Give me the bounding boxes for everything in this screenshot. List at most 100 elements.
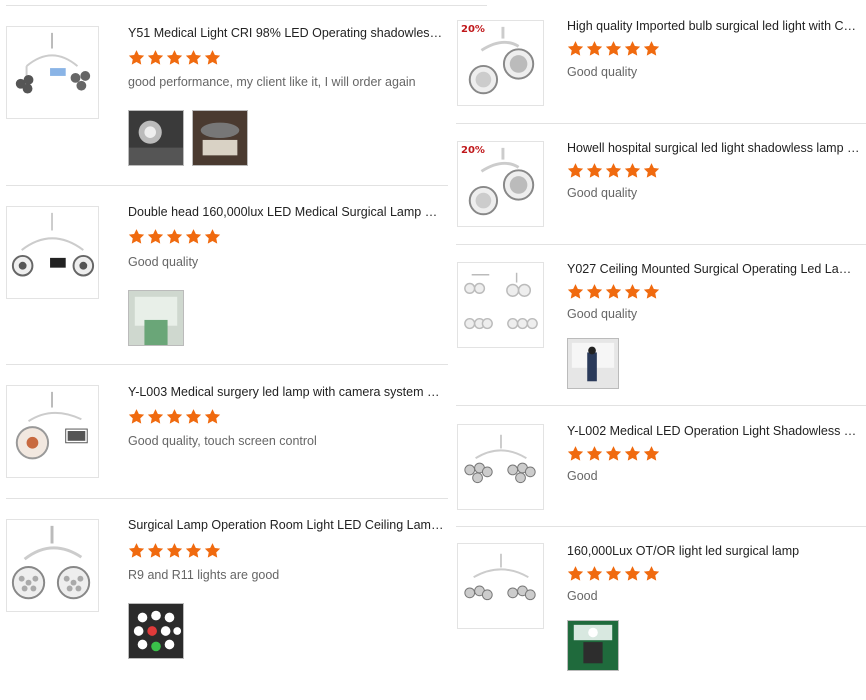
star-icon [185, 50, 202, 65]
review-card: Y51 Medical Light CRI 98% LED Operating … [6, 0, 448, 186]
star-icon [605, 284, 622, 299]
star-icon [605, 446, 622, 461]
star-icon [586, 284, 603, 299]
star-icon [605, 566, 622, 581]
star-icon [643, 284, 660, 299]
review-comment: Good quality, touch screen control [128, 434, 317, 448]
review-card: Surgical Lamp Operation Room Light LED C… [6, 499, 448, 679]
star-icon [147, 229, 164, 244]
product-title[interactable]: Double head 160,000lux LED Medical Surgi… [128, 204, 446, 220]
star-icon [605, 41, 622, 56]
star-icon [147, 543, 164, 558]
product-thumbnail[interactable] [6, 385, 99, 478]
review-photos [567, 620, 619, 671]
review-divider [456, 405, 866, 406]
product-thumbnail[interactable] [6, 26, 99, 119]
product-title[interactable]: Surgical Lamp Operation Room Light LED C… [128, 517, 446, 533]
rating-stars [567, 565, 660, 583]
review-comment: Good quality [567, 186, 638, 200]
star-icon [166, 50, 183, 65]
discount-badge: 20% [461, 145, 485, 156]
star-icon [567, 284, 584, 299]
review-comment: R9 and R11 lights are good [128, 568, 280, 582]
rating-stars [128, 228, 221, 246]
product-title[interactable]: 160,000Lux OT/OR light led surgical lamp [567, 543, 861, 559]
star-icon [624, 446, 641, 461]
review-comment: Good quality [567, 307, 638, 321]
review-photo[interactable] [192, 110, 248, 166]
product-title[interactable]: Howell hospital surgical led light shado… [567, 140, 861, 156]
review-photo[interactable] [128, 110, 184, 166]
review-photos [567, 338, 619, 389]
rating-stars [567, 40, 660, 58]
review-card: Y027 Ceiling Mounted Surgical Operating … [456, 245, 866, 407]
star-icon [128, 50, 145, 65]
star-icon [567, 446, 584, 461]
product-title[interactable]: Y-L003 Medical surgery led lamp with cam… [128, 384, 446, 400]
star-icon [643, 41, 660, 56]
discount-badge: 20% [461, 24, 485, 35]
review-card: Y-L003 Medical surgery led lamp with cam… [6, 364, 448, 499]
product-thumbnail[interactable] [457, 424, 544, 510]
rating-stars [567, 283, 660, 301]
product-thumbnail[interactable]: 20% [457, 20, 544, 106]
star-icon [204, 409, 221, 424]
star-icon [624, 566, 641, 581]
star-icon [185, 229, 202, 244]
star-icon [204, 50, 221, 65]
review-comment: Good quality [567, 65, 638, 79]
rating-stars [128, 49, 221, 67]
rating-stars [128, 408, 221, 426]
star-icon [567, 41, 584, 56]
star-icon [147, 50, 164, 65]
star-icon [586, 41, 603, 56]
rating-stars [128, 542, 221, 560]
product-thumbnail[interactable] [457, 543, 544, 629]
star-icon [567, 566, 584, 581]
star-icon [624, 41, 641, 56]
rating-stars [567, 162, 660, 180]
star-icon [185, 409, 202, 424]
product-thumbnail[interactable] [457, 262, 544, 348]
star-icon [204, 543, 221, 558]
review-photo[interactable] [567, 338, 619, 389]
review-comment: Good [567, 469, 598, 483]
review-photo[interactable] [128, 290, 184, 346]
product-thumbnail[interactable] [6, 519, 99, 612]
review-comment: Good quality [128, 255, 199, 269]
star-icon [128, 229, 145, 244]
review-card: Y-L002 Medical LED Operation Light Shado… [456, 407, 866, 527]
star-icon [643, 446, 660, 461]
star-icon [586, 446, 603, 461]
star-icon [128, 409, 145, 424]
review-card: 20% Howell hospital surgical led light s… [456, 124, 866, 245]
star-icon [643, 163, 660, 178]
review-card: 160,000Lux OT/OR light led surgical lamp… [456, 527, 866, 687]
star-icon [166, 409, 183, 424]
star-icon [586, 566, 603, 581]
product-title[interactable]: High quality Imported bulb surgical led … [567, 18, 861, 34]
star-icon [567, 163, 584, 178]
review-card: 20% High quality Imported bulb surgical … [456, 0, 866, 124]
product-thumbnail[interactable] [6, 206, 99, 299]
product-title[interactable]: Y027 Ceiling Mounted Surgical Operating … [567, 261, 861, 277]
review-card: Double head 160,000lux LED Medical Surgi… [6, 186, 448, 366]
star-icon [166, 229, 183, 244]
star-icon [605, 163, 622, 178]
star-icon [147, 409, 164, 424]
star-icon [204, 229, 221, 244]
review-comment: Good [567, 589, 598, 603]
review-photos [128, 290, 184, 346]
review-photo[interactable] [567, 620, 619, 671]
star-icon [166, 543, 183, 558]
star-icon [185, 543, 202, 558]
star-icon [624, 284, 641, 299]
star-icon [128, 543, 145, 558]
star-icon [586, 163, 603, 178]
product-title[interactable]: Y51 Medical Light CRI 98% LED Operating … [128, 25, 446, 41]
star-icon [624, 163, 641, 178]
star-icon [643, 566, 660, 581]
product-title[interactable]: Y-L002 Medical LED Operation Light Shado… [567, 423, 861, 439]
review-photo[interactable] [128, 603, 184, 659]
product-thumbnail[interactable]: 20% [457, 141, 544, 227]
